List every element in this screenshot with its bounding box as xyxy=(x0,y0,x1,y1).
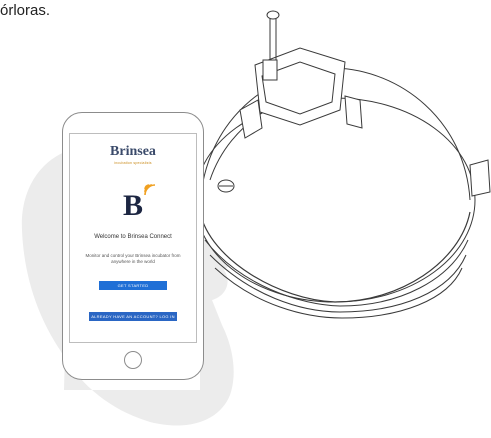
app-logo: B xyxy=(122,189,143,222)
phone-screen: Brinsea incubation specialists B Welcome… xyxy=(69,133,197,343)
brand-tagline: incubation specialists xyxy=(114,161,152,165)
home-button-icon[interactable] xyxy=(124,351,142,369)
welcome-description: Monitor and control your Brinsea incubat… xyxy=(85,253,181,264)
incubator-illustration xyxy=(194,10,491,319)
smartphone: Brinsea incubation specialists B Welcome… xyxy=(62,112,204,380)
wifi-signal-icon xyxy=(144,184,156,196)
welcome-heading: Welcome to Brinsea Connect xyxy=(94,234,172,240)
log-in-button[interactable]: ALREADY HAVE AN ACCOUNT? LOG IN xyxy=(89,312,177,321)
get-started-button[interactable]: GET STARTED xyxy=(99,281,167,290)
brand-name: Brinsea xyxy=(110,144,156,159)
